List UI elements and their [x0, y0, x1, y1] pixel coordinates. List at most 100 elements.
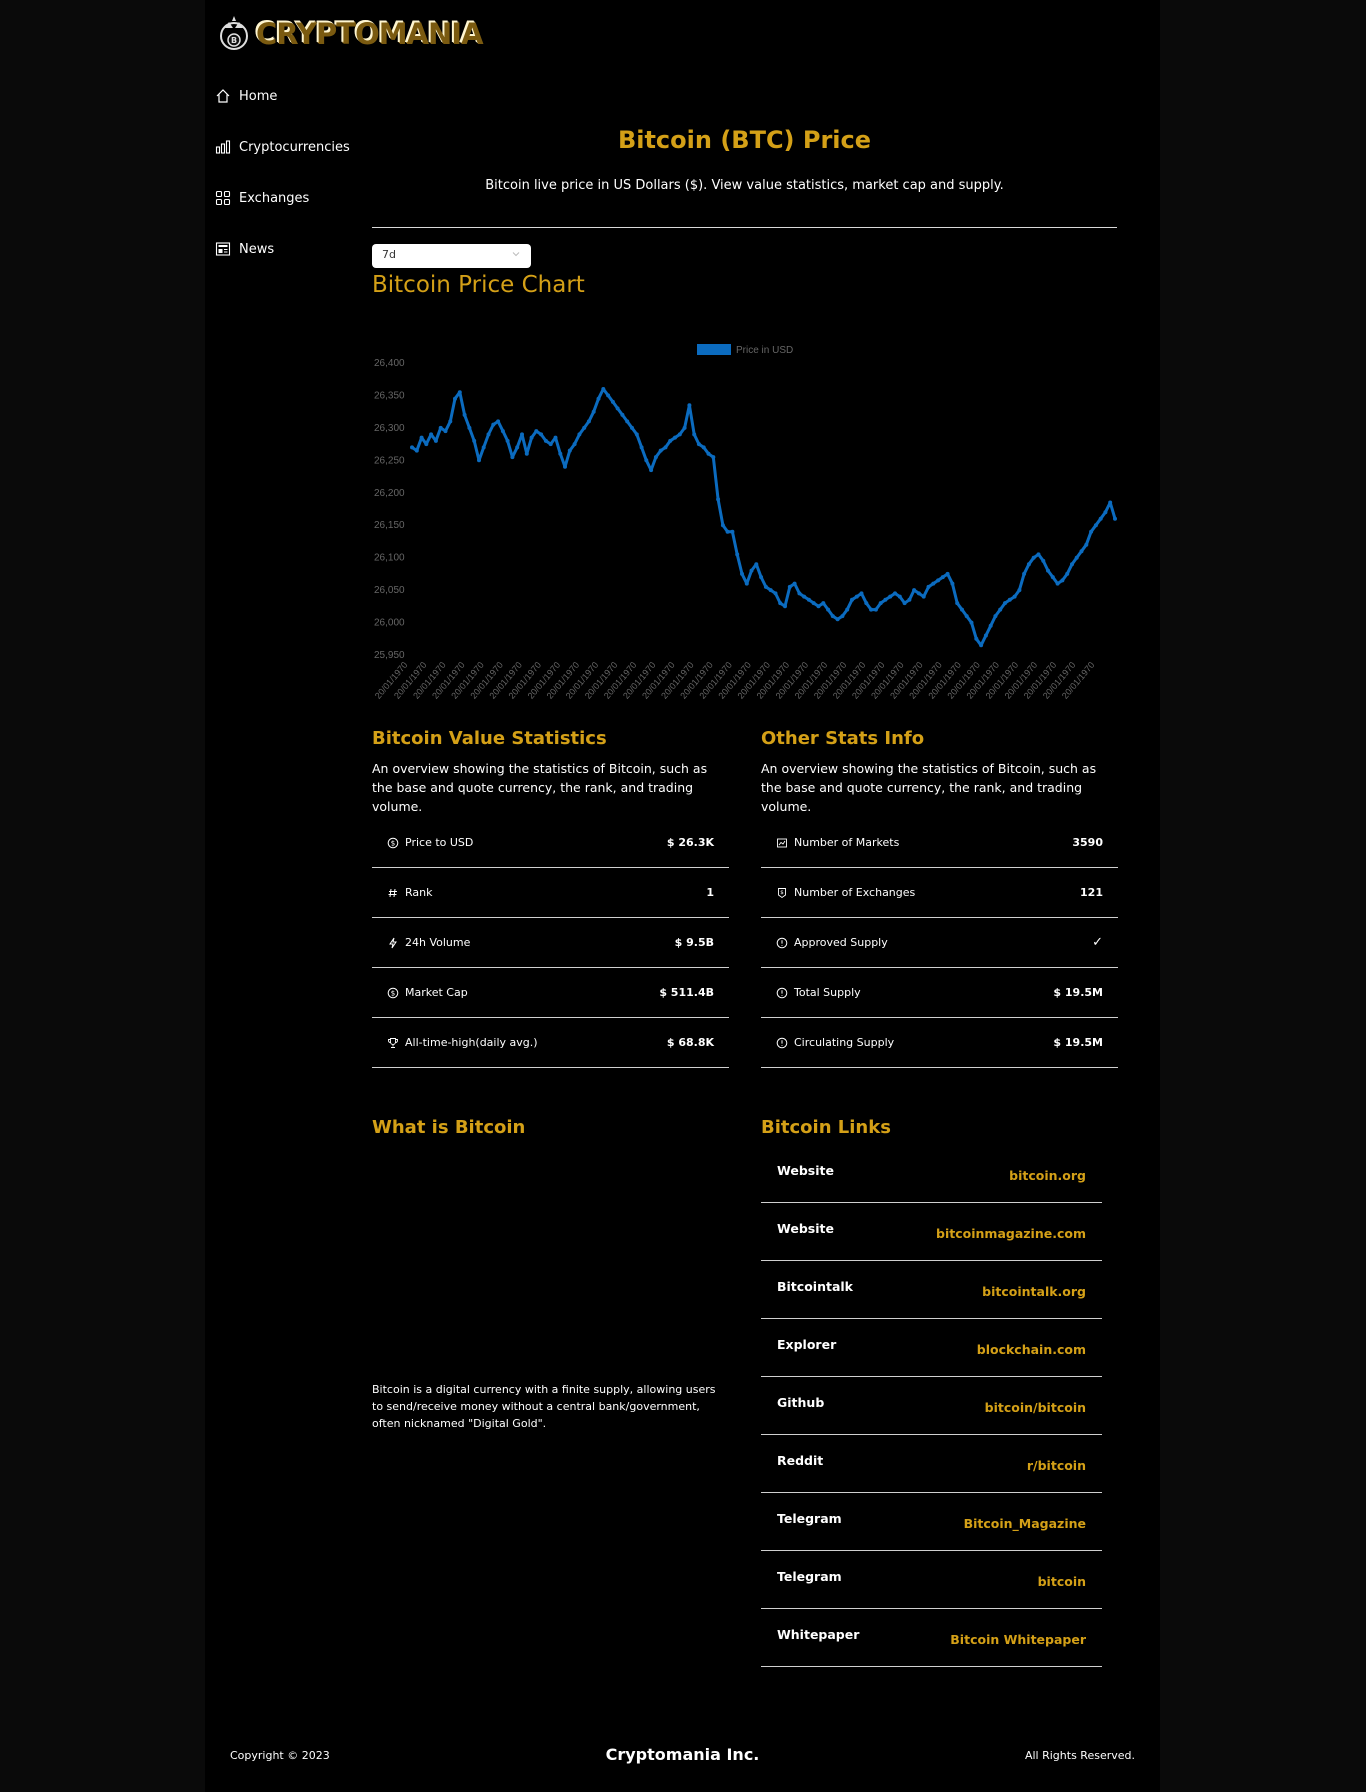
data-point [1007, 597, 1012, 602]
link-url[interactable]: bitcoin.org [1009, 1168, 1086, 1183]
brand-logo[interactable]: B CRYPTOMANIA [217, 12, 483, 54]
data-point [926, 584, 931, 589]
data-point [625, 419, 630, 424]
link-name: Explorer [777, 1337, 837, 1352]
data-point [682, 425, 687, 430]
data-point [830, 614, 835, 619]
data-point [692, 432, 697, 437]
data-point [716, 497, 721, 502]
y-tick-label: 26,300 [374, 423, 405, 434]
stat-label: Circulating Supply [794, 1036, 895, 1049]
data-point [826, 607, 831, 612]
stat-row-markets: Number of Markets 3590 [761, 818, 1118, 868]
data-point [467, 425, 472, 430]
link-name: Telegram [777, 1569, 842, 1584]
data-point [859, 591, 864, 596]
stat-value: $ 19.5M [1053, 986, 1103, 999]
stat-label: Number of Markets [794, 836, 900, 849]
data-point [783, 604, 787, 609]
svg-text:$: $ [391, 989, 395, 997]
svg-text:$: $ [780, 890, 784, 896]
links-title: Bitcoin Links [761, 1117, 891, 1138]
stat-row-volume: 24h Volume $ 9.5B [372, 918, 729, 968]
data-point [916, 591, 921, 596]
sidebar-nav: Home Cryptocurrencies Exchanges News [215, 86, 350, 290]
footer: Copyright © 2023 Cryptomania Inc. All Ri… [205, 1745, 1160, 1767]
data-point [663, 445, 668, 450]
data-point [1031, 555, 1036, 560]
y-tick-label: 26,150 [374, 520, 405, 531]
svg-text:B: B [231, 36, 237, 45]
data-point [477, 458, 481, 463]
data-point [438, 425, 443, 430]
sidebar-item-cryptocurrencies[interactable]: Cryptocurrencies [215, 137, 350, 157]
data-point [630, 425, 634, 430]
data-point [945, 571, 950, 576]
dollar-circle-icon: $ [387, 987, 399, 998]
sidebar-item-label: Home [239, 88, 278, 104]
data-point [606, 393, 611, 398]
logo-text: CRYPTOMANIA [255, 16, 483, 50]
link-row: Reddit r/bitcoin [761, 1435, 1102, 1493]
data-point [1026, 562, 1031, 567]
footer-brand: Cryptomania Inc. [605, 1745, 760, 1764]
link-url[interactable]: Bitcoin_Magazine [964, 1516, 1086, 1531]
link-url[interactable]: Bitcoin Whitepaper [950, 1632, 1086, 1647]
money-collect-icon: $ [778, 887, 786, 898]
data-point [869, 607, 874, 612]
data-point [453, 396, 457, 401]
data-point [979, 643, 984, 648]
link-name: Github [777, 1395, 825, 1410]
page-subtitle: Bitcoin live price in US Dollars ($). Vi… [485, 178, 1004, 193]
data-point [486, 432, 491, 437]
link-url[interactable]: r/bitcoin [1027, 1458, 1086, 1473]
data-point [960, 607, 964, 612]
data-point [534, 429, 539, 434]
data-point [639, 445, 644, 450]
link-url[interactable]: bitcoin/bitcoin [985, 1400, 1086, 1415]
data-point [582, 425, 587, 430]
data-point [850, 597, 854, 602]
data-point [505, 438, 510, 443]
data-point [763, 584, 768, 589]
data-point [873, 607, 878, 612]
stat-label: Total Supply [794, 986, 861, 999]
data-point [491, 422, 496, 427]
data-point [539, 432, 544, 437]
data-point [472, 438, 477, 443]
stat-label: All-time-high(daily avg.) [405, 1036, 538, 1049]
data-point [897, 594, 902, 599]
time-period-select[interactable]: 7d [372, 244, 531, 268]
data-point [615, 406, 620, 411]
data-point [806, 597, 811, 602]
data-point [567, 448, 572, 453]
link-url[interactable]: bitcointalk.org [982, 1284, 1086, 1299]
y-tick-label: 25,950 [374, 650, 405, 661]
data-point [864, 601, 869, 606]
link-row: Github bitcoin/bitcoin [761, 1377, 1102, 1435]
stat-row-circulating-supply: Circulating Supply $ 19.5M [761, 1018, 1118, 1068]
value-statistics: Bitcoin Value Statistics An overview sho… [372, 728, 729, 1068]
y-tick-label: 26,100 [374, 553, 405, 564]
data-point [634, 432, 639, 437]
data-point [677, 432, 682, 437]
exclamation-circle-icon [776, 1037, 788, 1048]
y-tick-label: 26,050 [374, 585, 405, 596]
link-url[interactable]: blockchain.com [977, 1342, 1086, 1357]
data-point [1093, 523, 1098, 528]
link-url[interactable]: bitcoinmagazine.com [936, 1226, 1086, 1241]
data-point [768, 588, 773, 593]
sidebar-item-news[interactable]: News [215, 239, 350, 259]
stat-value: $ 9.5B [674, 936, 714, 949]
data-point [912, 588, 917, 593]
divider [372, 227, 1117, 228]
data-point [586, 419, 591, 424]
sidebar-item-exchanges[interactable]: Exchanges [215, 188, 350, 208]
sidebar-item-home[interactable]: Home [215, 86, 350, 106]
data-point [1060, 578, 1065, 583]
about-title: What is Bitcoin [372, 1117, 526, 1138]
data-point [969, 620, 974, 625]
link-name: Bitcointalk [777, 1279, 853, 1294]
link-url[interactable]: bitcoin [1038, 1574, 1086, 1589]
data-point [1108, 500, 1113, 505]
